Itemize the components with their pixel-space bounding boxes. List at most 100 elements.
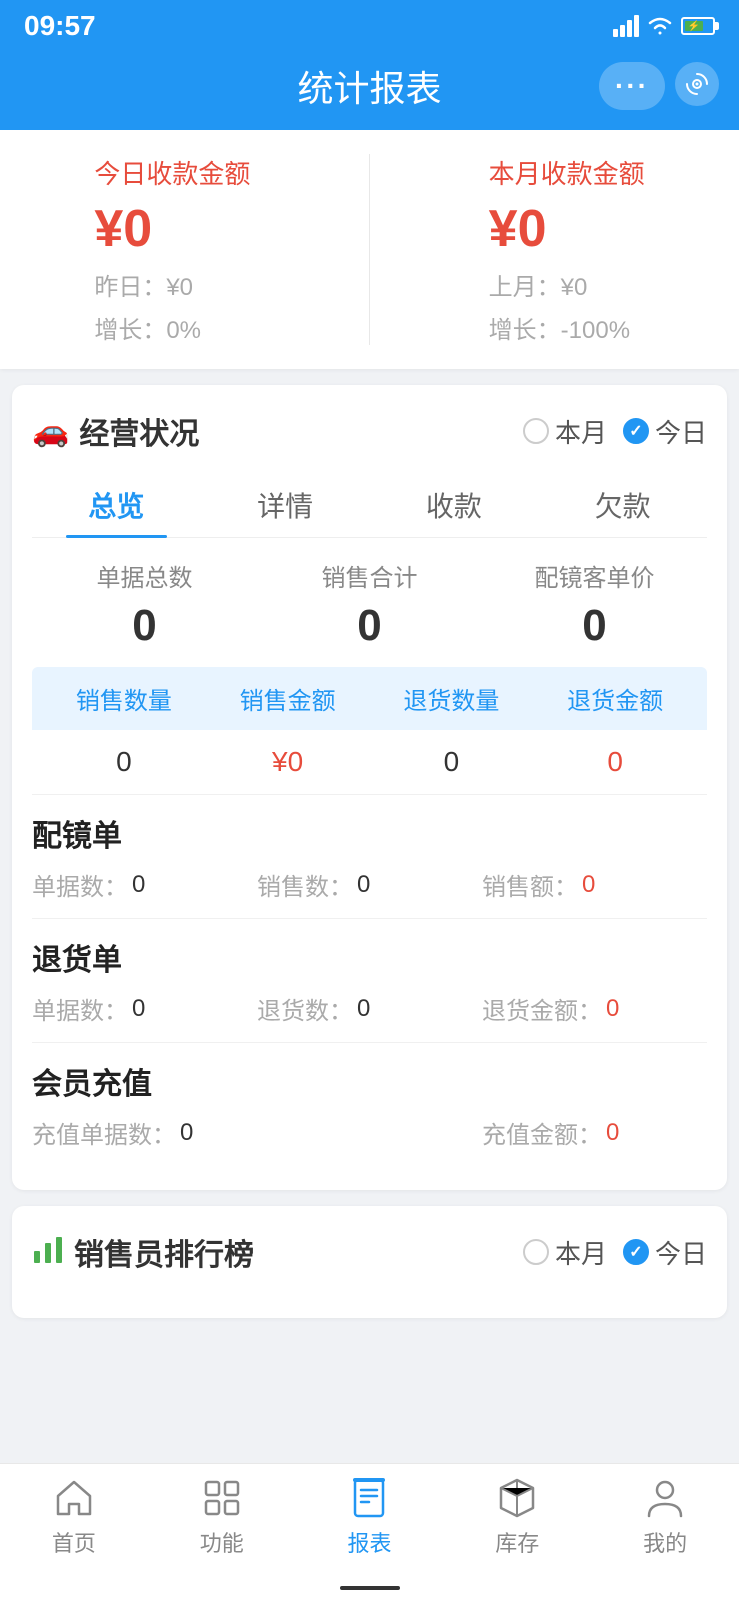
nav-label-report: 报表: [347, 1526, 391, 1558]
stat-unit-price-label: 配镜客单价: [535, 558, 655, 593]
period-toggle: 本月 今日: [523, 413, 707, 450]
stat-sales-total-value: 0: [357, 601, 381, 651]
nav-item-home[interactable]: 首页: [0, 1476, 148, 1558]
operation-header: 🚗 经营状况 本月 今日: [32, 409, 707, 453]
membership-title: 会员充值: [32, 1059, 707, 1103]
data-table-header: 销售数量 销售金额 退货数量 退货金额: [32, 667, 707, 730]
stat-total-bills: 单据总数 0: [32, 558, 257, 651]
th-sales-amount: 销售金额: [206, 681, 370, 716]
operation-card: 🚗 经营状况 本月 今日 总览 详情: [12, 385, 727, 1190]
tab-arrears[interactable]: 欠款: [538, 473, 707, 537]
ranking-title: 销售员排行榜: [74, 1230, 254, 1274]
home-indicator: [340, 1586, 400, 1590]
nav-item-func[interactable]: 功能: [148, 1476, 296, 1558]
last-month-amount: 上月：¥0: [489, 267, 588, 302]
td-sales-amount: ¥0: [206, 746, 370, 778]
prescription-section: 配镜单 单据数： 0 销售数： 0 销售额： 0: [32, 795, 707, 919]
tab-payment[interactable]: 收款: [370, 473, 539, 537]
membership-section: 会员充值 充值单据数： 0 充值金额： 0: [32, 1043, 707, 1166]
td-sales-qty: 0: [42, 746, 206, 778]
nav-item-mine[interactable]: 我的: [591, 1476, 739, 1558]
ranking-title-group: 销售员排行榜: [32, 1230, 254, 1274]
nav-label-stock: 库存: [495, 1526, 539, 1558]
period-month-option[interactable]: 本月: [523, 413, 607, 450]
status-time: 09:57: [24, 10, 96, 42]
membership-bill-count: 充值单据数： 0: [32, 1115, 257, 1150]
camera-icon: [685, 72, 709, 96]
ranking-icon: [32, 1233, 64, 1272]
camera-button[interactable]: [675, 62, 719, 106]
prescription-data: 单据数： 0 销售数： 0 销售额： 0: [32, 867, 707, 902]
nav-item-report[interactable]: 报表: [296, 1476, 444, 1558]
month-growth: 增长：-100%: [489, 310, 630, 345]
ranking-card: 销售员排行榜 本月 今日: [12, 1206, 727, 1318]
ranking-period-today-option[interactable]: 今日: [623, 1234, 707, 1271]
th-return-qty: 退货数量: [370, 681, 534, 716]
today-revenue-label: 今日收款金额: [94, 154, 250, 191]
return-bill-count: 单据数： 0: [32, 991, 257, 1026]
today-growth: 增长：0%: [94, 310, 201, 345]
operation-title: 经营状况: [79, 409, 199, 453]
membership-recharge-amount: 充值金额： 0: [482, 1115, 707, 1150]
stat-unit-price-value: 0: [582, 601, 606, 651]
nav-label-mine: 我的: [643, 1526, 687, 1558]
status-icons: ⚡: [613, 15, 715, 37]
mine-icon: [643, 1476, 687, 1520]
overview-stats: 单据总数 0 销售合计 0 配镜客单价 0: [32, 558, 707, 651]
th-sales-qty: 销售数量: [42, 681, 206, 716]
report-icon: [347, 1476, 391, 1520]
operation-icon: 🚗: [32, 414, 69, 449]
stat-sales-total-label: 销售合计: [322, 558, 418, 593]
ranking-period-toggle: 本月 今日: [523, 1234, 707, 1271]
revenue-summary-card: 今日收款金额 ¥0 昨日：¥0 增长：0% 本月收款金额 ¥0 上月：¥0 增长…: [0, 130, 739, 369]
return-section: 退货单 单据数： 0 退货数： 0 退货金额： 0: [32, 919, 707, 1043]
period-month-label: 本月: [555, 413, 607, 450]
home-icon: [52, 1476, 96, 1520]
return-amount-label: 退货金额：: [482, 991, 602, 1026]
tab-detail[interactable]: 详情: [201, 473, 370, 537]
return-amount: 退货金额： 0: [482, 991, 707, 1026]
stat-sales-total: 销售合计 0: [257, 558, 482, 651]
prescription-bill-count: 单据数： 0: [32, 867, 257, 902]
prescription-sales-qty-value: 0: [357, 871, 370, 899]
ranking-period-month-radio[interactable]: [523, 1239, 549, 1265]
status-bar: 09:57 ⚡: [0, 0, 739, 48]
nav-item-stock[interactable]: 库存: [443, 1476, 591, 1558]
prescription-sales-amount: 销售额： 0: [482, 867, 707, 902]
bottom-nav: 首页 功能 报表 库存: [0, 1463, 739, 1578]
ranking-period-month-label: 本月: [555, 1234, 607, 1271]
membership-recharge-amount-value: 0: [606, 1119, 619, 1147]
operation-tabs: 总览 详情 收款 欠款: [32, 473, 707, 538]
ranking-period-month-option[interactable]: 本月: [523, 1234, 607, 1271]
stock-icon: [495, 1476, 539, 1520]
period-today-option[interactable]: 今日: [623, 413, 707, 450]
return-bill-count-value: 0: [132, 995, 145, 1023]
return-amount-value: 0: [606, 995, 619, 1023]
period-today-radio[interactable]: [623, 418, 649, 444]
return-qty-label: 退货数：: [257, 991, 353, 1026]
ranking-period-today-label: 今日: [655, 1234, 707, 1271]
return-title: 退货单: [32, 935, 707, 979]
revenue-divider: [369, 154, 370, 345]
header-actions: ···: [599, 62, 719, 110]
ranking-period-today-radio[interactable]: [623, 1239, 649, 1265]
td-return-amount: 0: [533, 746, 697, 778]
home-indicator-bar: [0, 1578, 739, 1600]
th-return-amount: 退货金额: [533, 681, 697, 716]
prescription-sales-amount-value: 0: [582, 871, 595, 899]
func-icon: [200, 1476, 244, 1520]
scroll-content: 今日收款金额 ¥0 昨日：¥0 增长：0% 本月收款金额 ¥0 上月：¥0 增长…: [0, 130, 739, 1463]
tab-overview[interactable]: 总览: [32, 473, 201, 537]
month-revenue-label: 本月收款金额: [489, 154, 645, 191]
membership-recharge-amount-label: 充值金额：: [482, 1115, 602, 1150]
today-revenue-amount: ¥0: [94, 199, 152, 259]
page-title: 统计报表: [297, 60, 441, 112]
operation-title-group: 🚗 经营状况: [32, 409, 199, 453]
membership-bill-count-value: 0: [180, 1119, 193, 1147]
today-revenue: 今日收款金额 ¥0 昨日：¥0 增长：0%: [94, 154, 250, 345]
period-month-radio[interactable]: [523, 418, 549, 444]
nav-label-func: 功能: [200, 1526, 244, 1558]
more-button[interactable]: ···: [599, 62, 665, 110]
return-data: 单据数： 0 退货数： 0 退货金额： 0: [32, 991, 707, 1026]
td-return-qty: 0: [370, 746, 534, 778]
